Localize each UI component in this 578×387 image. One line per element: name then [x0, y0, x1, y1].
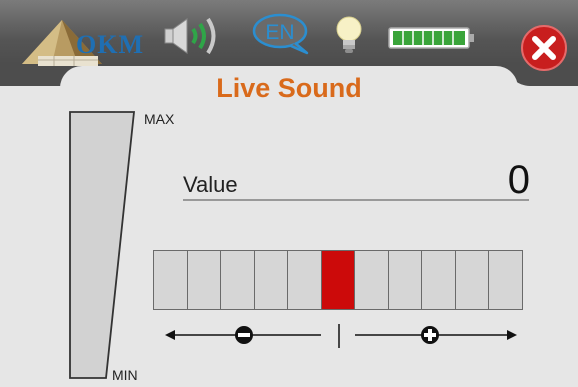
value-number: 0: [507, 158, 530, 202]
gauge-max-label: MAX: [144, 111, 175, 127]
value-label: Value: [183, 172, 238, 197]
battery-icon: [388, 27, 478, 54]
balance-scale: [165, 324, 517, 348]
balance-segment: [154, 251, 187, 309]
logo-text: OKM: [76, 30, 144, 59]
value-underline: [183, 199, 529, 201]
balance-segment: [422, 251, 455, 309]
balance-segment: [187, 251, 221, 309]
minus-icon: [235, 326, 253, 344]
page-title: Live Sound: [216, 73, 362, 103]
balance-segment: [288, 251, 321, 309]
plus-icon: [421, 326, 439, 344]
light-bulb-icon[interactable]: [334, 14, 364, 63]
gauge-min-label: MIN: [112, 367, 138, 383]
balance-segment: [388, 251, 422, 309]
balance-segment-active: [321, 251, 355, 309]
balance-segment: [254, 251, 288, 309]
live-sound-screen: OKM EN Live Sound MAX MIN Value 0: [0, 0, 578, 387]
balance-segment: [489, 251, 523, 309]
okm-logo: OKM: [18, 10, 143, 68]
balance-segment: [355, 251, 388, 309]
language-button[interactable]: EN: [251, 12, 313, 61]
balance-bar: [153, 250, 523, 310]
balance-segment: [221, 251, 254, 309]
close-button[interactable]: [520, 24, 568, 77]
speaker-volume-icon[interactable]: [163, 16, 229, 61]
signal-gauge: [69, 111, 135, 379]
balance-segment: [455, 251, 489, 309]
language-label: EN: [265, 21, 294, 44]
